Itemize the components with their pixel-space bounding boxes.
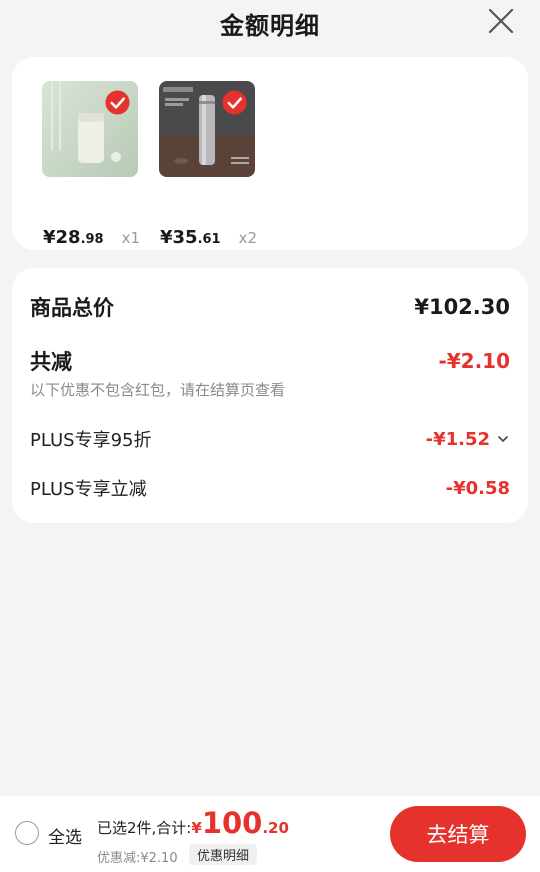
- product-image: [42, 81, 138, 177]
- total-price-row: 商品总价 ¥102.30: [30, 292, 510, 322]
- discount-item-row[interactable]: PLUS专享95折 -¥1.52: [30, 426, 510, 452]
- checked-icon[interactable]: [222, 90, 247, 115]
- close-icon[interactable]: [488, 8, 514, 34]
- product-price-row: ¥35 .61 x2: [160, 227, 257, 248]
- product-quantity: x1: [121, 229, 141, 247]
- selected-count-text: 已选2件,合计:: [97, 819, 192, 837]
- total-summary: 已选2件,合计: ¥ 100 .20: [97, 806, 289, 840]
- discount-note: 以下优惠不包含红包，请在结算页查看: [30, 381, 286, 399]
- page-title: 金额明细: [220, 11, 320, 40]
- product-price-decimal: .98: [80, 232, 104, 247]
- product-card: ¥28 .98 x1 ¥35 .61 x2: [12, 57, 528, 250]
- bottom-bar: 全选 已选2件,合计: ¥ 100 .20 优惠减:¥2.10 优惠明细 去结算: [0, 796, 540, 872]
- total-price-value: ¥102.30: [414, 295, 510, 319]
- total-reduction-value: -¥2.10: [438, 349, 510, 373]
- product-price-decimal: .61: [197, 232, 221, 247]
- product-price: ¥28: [43, 227, 81, 248]
- total-reduction-row: 共减 -¥2.10: [30, 346, 510, 376]
- product-item[interactable]: ¥35 .61 x2: [159, 81, 259, 248]
- header: 金额明细: [0, 0, 540, 46]
- currency-symbol: ¥: [191, 819, 202, 837]
- product-price: ¥35: [160, 227, 198, 248]
- total-reduction-label: 共减: [30, 350, 72, 374]
- select-all-label[interactable]: 全选: [48, 823, 82, 848]
- discount-item-row: PLUS专享立减 -¥0.58: [30, 475, 510, 501]
- checked-icon[interactable]: [105, 90, 130, 115]
- discount-summary: 优惠减:¥2.10: [97, 851, 178, 866]
- select-all-radio[interactable]: [15, 821, 39, 845]
- product-quantity: x2: [238, 229, 258, 247]
- chevron-down-icon[interactable]: [496, 432, 510, 446]
- product-item[interactable]: ¥28 .98 x1: [42, 81, 142, 248]
- discount-item-label: PLUS专享立减: [30, 479, 147, 500]
- product-price-row: ¥28 .98 x1: [43, 227, 140, 248]
- price-summary-card: 商品总价 ¥102.30 共减 -¥2.10 以下优惠不包含红包，请在结算页查看…: [12, 268, 528, 523]
- product-image: [159, 81, 255, 177]
- total-amount-integer: 100: [201, 806, 263, 840]
- checkout-button[interactable]: 去结算: [390, 806, 526, 862]
- discount-item-value: -¥0.58: [445, 477, 510, 499]
- discount-item-label: PLUS专享95折: [30, 430, 152, 451]
- discount-detail-button[interactable]: 优惠明细: [189, 844, 258, 865]
- total-price-label: 商品总价: [30, 296, 114, 320]
- total-amount-decimal: .20: [262, 819, 289, 837]
- discount-item-value: -¥1.52: [425, 428, 490, 450]
